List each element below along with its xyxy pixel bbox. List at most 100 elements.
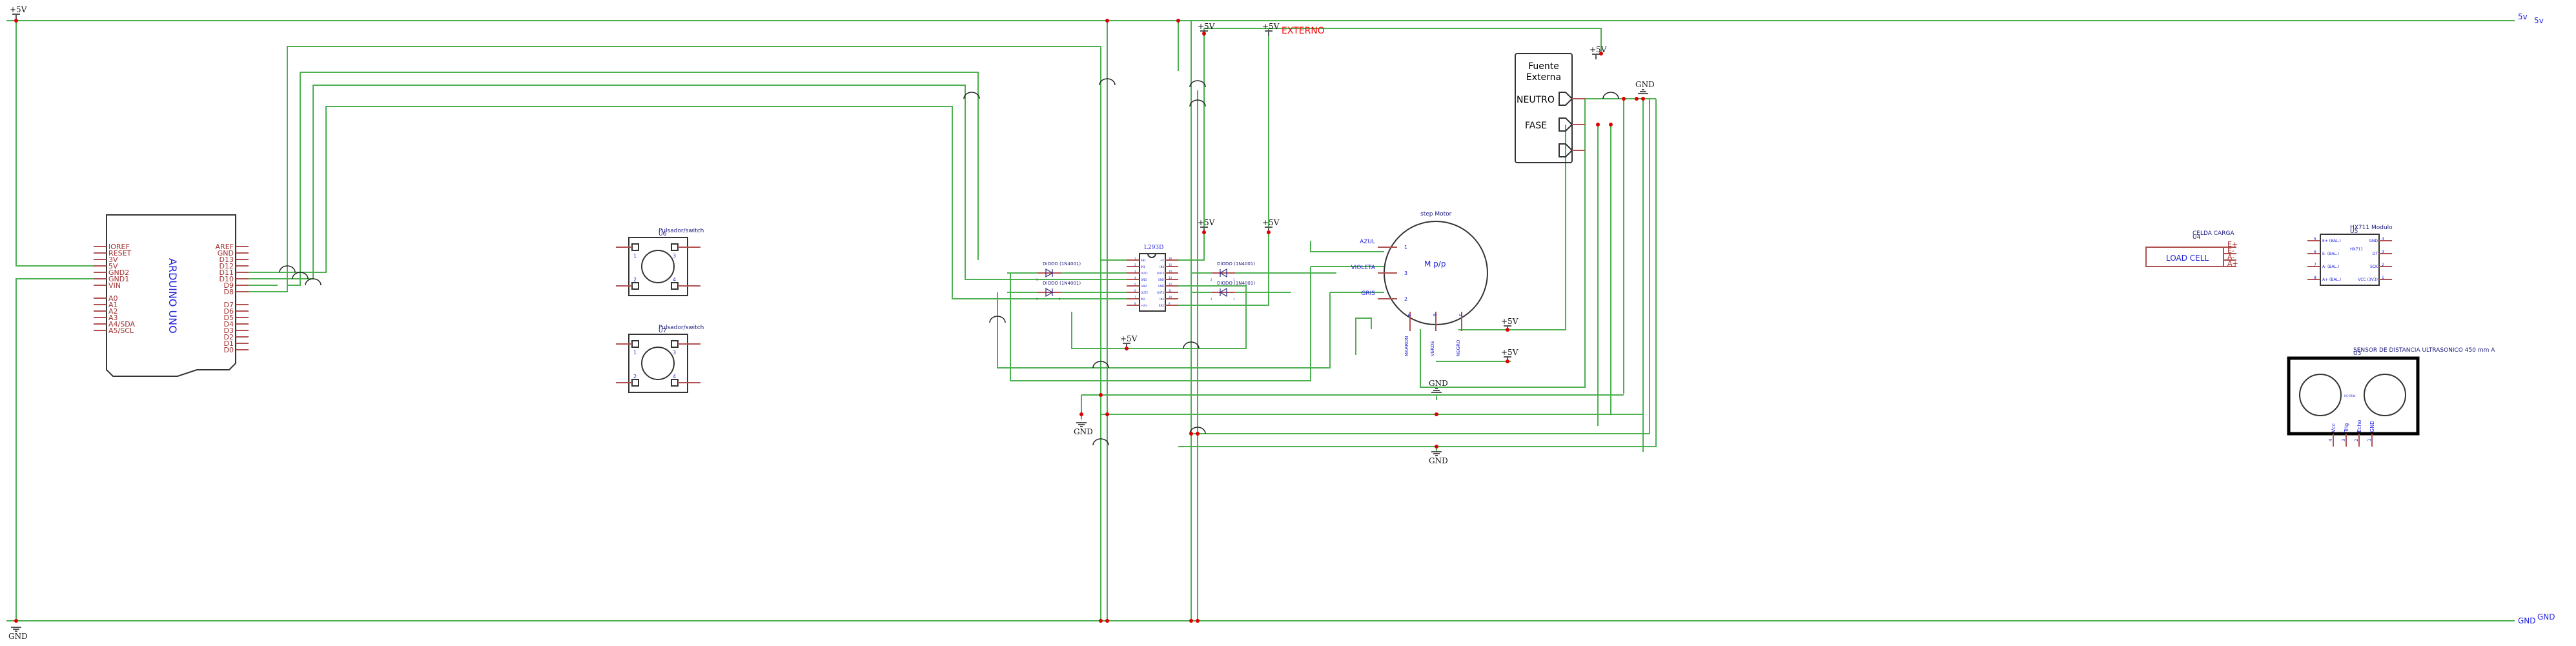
junction-dot bbox=[1189, 619, 1193, 623]
hx711-pin-number: 7 bbox=[2314, 263, 2316, 267]
junction-dot bbox=[1105, 19, 1109, 23]
l293d-title: L293D bbox=[1144, 245, 1163, 251]
junction-dot bbox=[1079, 412, 1083, 416]
l293d-pin-number: 10 bbox=[1169, 296, 1172, 299]
wire bbox=[15, 21, 94, 267]
sensor-pin-number: 3 bbox=[2341, 439, 2346, 441]
plus-5v-symbol: +5V bbox=[1120, 334, 1138, 343]
hx711-pin-label: DT bbox=[2373, 252, 2378, 256]
motor-pin-number: 5 bbox=[1458, 314, 1463, 316]
hx711-module: HX711 Modulo U5 HX711 5 E+ (BAL.)6 E- (BAL… bbox=[2307, 225, 2393, 286]
switch-ref: U6 bbox=[659, 231, 667, 237]
junction-dot bbox=[1635, 97, 1639, 101]
externo-label: EXTERNO bbox=[1282, 26, 1325, 36]
junction-dot bbox=[1176, 19, 1180, 23]
junction-dot bbox=[14, 619, 18, 623]
load-cell-ref: U4 bbox=[2193, 234, 2201, 241]
gnd-symbol: GND bbox=[1074, 427, 1093, 436]
hx711-pin-number: 3 bbox=[2382, 250, 2384, 254]
pushbutton-switch[interactable]: Pulsador/switchU71 32 4 bbox=[616, 325, 704, 393]
switch-pin-label: 1 bbox=[633, 350, 637, 356]
junction-dot bbox=[1099, 393, 1103, 397]
l293d-pin-label: EN1 bbox=[1141, 259, 1147, 262]
junction-dot bbox=[1506, 328, 1509, 332]
fuente-title-2: Externa bbox=[1526, 72, 1561, 83]
l293d-pin-number: 15 bbox=[1169, 263, 1172, 267]
l293d-pin-label: IN4 bbox=[1160, 265, 1164, 268]
junction-dot bbox=[1267, 230, 1271, 234]
sensor-pin-label: Trig bbox=[2344, 423, 2349, 433]
l293d-pin-label: IN1 bbox=[1141, 265, 1145, 268]
fuente-title-1: Fuente bbox=[1528, 61, 1559, 72]
plus-5v-symbol: +5V bbox=[10, 5, 27, 14]
arduino-pin-label: D8 bbox=[224, 288, 234, 296]
l293d-pin-label: IN3 bbox=[1160, 298, 1164, 301]
gnd-symbol: GND bbox=[8, 632, 28, 641]
hx711-pin-label: GND bbox=[2369, 239, 2378, 243]
hx711-chip: HX711 bbox=[2350, 247, 2363, 252]
plus-5v-symbol: +5V bbox=[1501, 317, 1518, 326]
pushbutton-switch[interactable]: Pulsador/switchU61 32 4 bbox=[616, 228, 704, 296]
hx711-pin-label: A+ (BAL.) bbox=[2322, 278, 2341, 282]
diode-label: DIODO (1N4001) bbox=[1217, 261, 1255, 267]
l293d-pin-label: GND bbox=[1158, 278, 1164, 281]
switch-pin-label: 1 bbox=[633, 253, 637, 259]
load-cell: CELDA CARGA U4 LOAD CELL E+E-A-A+ bbox=[2145, 230, 2238, 268]
parts: 5v 5v GND GND EXTERNO ARDUINO UNO IOREFR… bbox=[8, 5, 2555, 641]
diode-label: DIODO (1N4001) bbox=[1043, 261, 1081, 267]
motor-wire-color: NEGRO bbox=[1456, 339, 1461, 356]
gnd-symbol: GND bbox=[1635, 80, 1655, 89]
arduino-pin-label: D0 bbox=[224, 346, 234, 354]
diode-pin: 2 bbox=[1211, 298, 1212, 301]
l293d-pin-label: GND bbox=[1141, 278, 1147, 281]
wire bbox=[1420, 99, 1586, 388]
l293d-pin-label: GND bbox=[1141, 285, 1147, 288]
junction-dot bbox=[1125, 347, 1129, 350]
switch-pin-label: 2 bbox=[633, 277, 637, 283]
junction-dot bbox=[1622, 97, 1626, 101]
l293d-pin-label: OUT1 bbox=[1141, 272, 1149, 275]
sensor-pin-number: 2 bbox=[2354, 439, 2359, 441]
wire-crossover bbox=[1602, 92, 1619, 99]
junction-dot bbox=[1609, 123, 1613, 126]
junction-dot bbox=[1196, 619, 1200, 623]
l293d-pin-label: EN2 bbox=[1159, 304, 1165, 307]
wire bbox=[1204, 28, 1602, 54]
diode: DIODO (1N4001)1 2 bbox=[1036, 281, 1081, 301]
motor-wire-color: VERDE bbox=[1430, 341, 1435, 356]
junction-dot bbox=[1599, 52, 1603, 56]
rail-5v-port: 5v bbox=[2534, 16, 2544, 25]
plus-5v-symbol: +5V bbox=[1590, 45, 1607, 54]
junction-dot bbox=[1641, 97, 1645, 101]
l293d-pin-label: IN2 bbox=[1141, 298, 1145, 301]
arduino-title: ARDUINO UNO bbox=[167, 258, 179, 334]
l293d-pin-number: 16 bbox=[1169, 257, 1172, 260]
rail-gnd-label: GND bbox=[2518, 616, 2536, 625]
gnd-symbol: GND bbox=[1429, 379, 1448, 388]
rail-gnd-port: GND bbox=[2537, 612, 2555, 621]
l293d-pin-label: OUT2 bbox=[1141, 291, 1149, 294]
sensor-name: SENSOR DE DISTANCIA ULTRASONICO 450 mm A bbox=[2353, 347, 2495, 354]
motor-wire-color: GRIS bbox=[1361, 290, 1375, 297]
junction-dot bbox=[1435, 445, 1438, 449]
hx711-ref: U5 bbox=[2350, 228, 2358, 235]
wire bbox=[249, 72, 979, 286]
switch-pin-label: 4 bbox=[673, 374, 676, 379]
hx711-pin-number: 2 bbox=[2382, 263, 2384, 267]
junction-dot bbox=[1196, 432, 1200, 436]
hx711-pin-number: 1 bbox=[2382, 276, 2384, 280]
wire-crossover bbox=[963, 92, 980, 99]
plus-5v-symbol: +5V bbox=[1198, 22, 1215, 31]
diode: DIODO (1N4001)2 1 bbox=[1211, 281, 1255, 301]
l293d-pin-number: 11 bbox=[1169, 289, 1172, 292]
stepper-motor: step Motor M p/p AZUL 1 VIOLETA 3 GRIS 2 4 MARR… bbox=[1351, 211, 1488, 356]
arduino-uno: ARDUINO UNO IOREFRESET3V5VGND2GND1VINA0A… bbox=[94, 214, 249, 377]
motor-wire-color: VIOLETA bbox=[1351, 265, 1375, 271]
wire bbox=[15, 278, 94, 621]
l293d-pin-number: 13 bbox=[1169, 276, 1172, 279]
port-neutro bbox=[1559, 92, 1573, 106]
plus-5v-symbol: +5V bbox=[1262, 22, 1280, 31]
motor-pin-number: 4 bbox=[1406, 314, 1411, 317]
diode: DIODO (1N4001)2 1 bbox=[1211, 261, 1255, 281]
hx711-pin-label: E- (BAL.) bbox=[2322, 252, 2339, 256]
